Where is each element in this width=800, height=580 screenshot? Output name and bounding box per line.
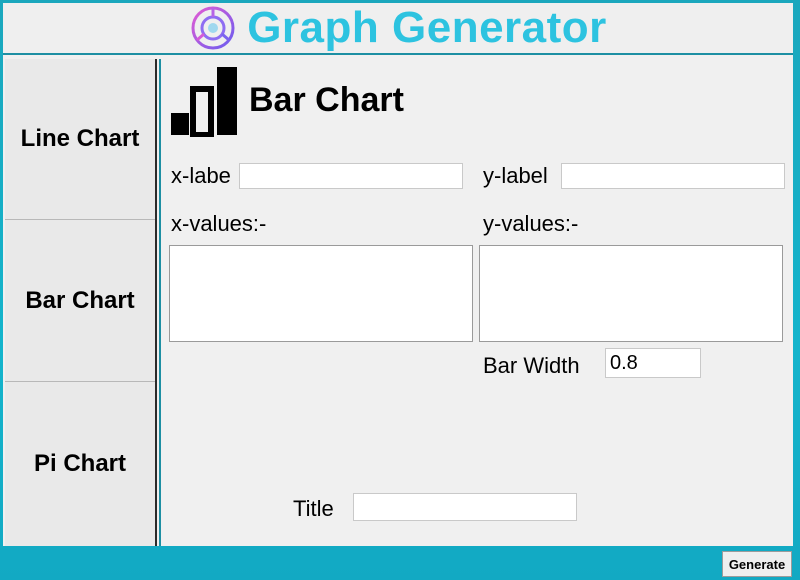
app-window: Graph Generator Line Chart Bar Chart Pi …: [3, 3, 793, 546]
chart-type-sidebar: Line Chart Bar Chart Pi Chart: [5, 59, 157, 546]
app-header: Graph Generator: [3, 3, 793, 55]
title-input[interactable]: [353, 493, 577, 521]
x-values-textarea[interactable]: [169, 245, 473, 342]
sidebar-item-label: Line Chart: [20, 125, 140, 152]
title-caption: Title: [293, 496, 334, 521]
sidebar-item-label: Pi Chart: [33, 449, 126, 477]
sidebar-item-bar-chart[interactable]: Bar Chart: [5, 221, 155, 382]
y-label-caption: y-label: [483, 163, 548, 188]
y-values-textarea[interactable]: [479, 245, 783, 342]
bar-width-caption: Bar Width: [483, 353, 580, 378]
x-label-input[interactable]: [239, 163, 463, 189]
bar-chart-icon: [171, 67, 237, 137]
pie-logo-icon: [191, 6, 235, 50]
x-values-caption: x-values:-: [171, 211, 267, 236]
bar-width-input[interactable]: [605, 348, 701, 378]
y-label-input[interactable]: [561, 163, 785, 189]
sidebar-item-label: Bar Chart: [25, 287, 135, 314]
generate-button[interactable]: Generate: [722, 551, 792, 577]
app-title: Graph Generator: [247, 3, 607, 52]
sidebar-item-pi-chart[interactable]: Pi Chart: [5, 383, 155, 544]
page-title: Bar Chart: [249, 81, 404, 119]
sidebar-item-line-chart[interactable]: Line Chart: [5, 59, 155, 220]
bar-chart-form: Bar Chart x-labe y-label x-values:- y-va…: [159, 59, 793, 546]
x-label-caption: x-labe: [171, 163, 231, 188]
y-values-caption: y-values:-: [483, 211, 579, 236]
